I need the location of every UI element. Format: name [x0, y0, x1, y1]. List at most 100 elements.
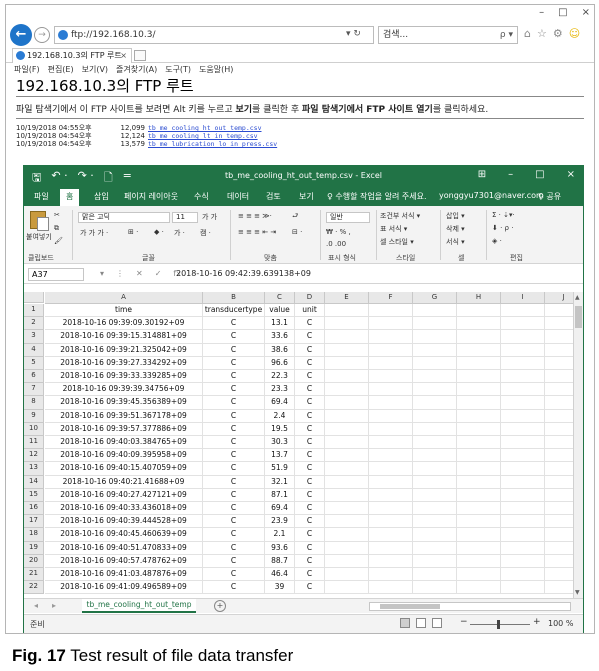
row-header[interactable]: 14: [24, 475, 44, 489]
delete-cells-button[interactable]: 삭제 ▾: [446, 224, 465, 234]
table-cell[interactable]: [413, 449, 457, 463]
wrap-text-icon[interactable]: ⮐: [292, 212, 298, 223]
copy-icon[interactable]: ⧉: [54, 224, 59, 233]
select-all-corner[interactable]: [24, 292, 44, 303]
table-cell[interactable]: [413, 528, 457, 542]
row-header[interactable]: 19: [24, 541, 44, 555]
font-size-select[interactable]: 11: [172, 212, 198, 223]
user-account[interactable]: yonggyu7301@naver.com: [439, 191, 544, 200]
column-header[interactable]: F: [369, 292, 413, 304]
table-cell[interactable]: 2.1: [265, 528, 295, 542]
table-cell[interactable]: C: [203, 343, 265, 357]
sheet-prev-icon[interactable]: ◂: [34, 601, 38, 610]
table-cell[interactable]: 2018-10-16 09:40:57.478762+09: [45, 554, 203, 568]
table-cell[interactable]: C: [295, 568, 325, 582]
table-cell[interactable]: 2018-10-16 09:40:45.460639+09: [45, 528, 203, 542]
decimal-icons[interactable]: .0 .00: [326, 240, 346, 248]
table-cell[interactable]: [369, 502, 413, 516]
table-cell[interactable]: C: [295, 330, 325, 344]
menu-tools[interactable]: 도구(T): [165, 64, 191, 75]
table-cell[interactable]: C: [203, 502, 265, 516]
table-cell[interactable]: C: [295, 515, 325, 529]
table-cell[interactable]: [369, 528, 413, 542]
table-cell[interactable]: [369, 436, 413, 450]
table-cell[interactable]: 39: [265, 581, 295, 595]
table-cell[interactable]: [501, 317, 545, 331]
table-cell[interactable]: [413, 422, 457, 436]
table-cell[interactable]: 33.6: [265, 330, 295, 344]
table-cell[interactable]: 96.6: [265, 356, 295, 370]
row-header[interactable]: 5: [24, 356, 44, 370]
share-button[interactable]: ♀ 공유: [538, 191, 561, 202]
table-cell[interactable]: [413, 462, 457, 476]
table-cell[interactable]: [501, 568, 545, 582]
table-cell[interactable]: [457, 488, 501, 502]
cancel-icon[interactable]: ✕: [136, 269, 143, 278]
table-cell[interactable]: [369, 554, 413, 568]
table-cell[interactable]: C: [203, 422, 265, 436]
table-cell[interactable]: [413, 554, 457, 568]
row-header[interactable]: 10: [24, 422, 44, 436]
table-cell[interactable]: C: [203, 436, 265, 450]
table-cell[interactable]: [325, 502, 369, 516]
column-header[interactable]: G: [413, 292, 457, 304]
table-cell[interactable]: C: [295, 541, 325, 555]
sheet-tab[interactable]: tb_me_cooling_ht_out_temp: [82, 599, 196, 613]
table-cell[interactable]: [501, 528, 545, 542]
feedback-smiley-icon[interactable]: ☺: [569, 27, 580, 40]
font-color-icon[interactable]: 가 ·: [174, 228, 185, 238]
table-cell[interactable]: [413, 383, 457, 397]
address-bar[interactable]: ftp://192.168.10.3/: [54, 26, 374, 44]
format-cells-button[interactable]: 서식 ▾: [446, 237, 465, 247]
column-header[interactable]: C: [265, 292, 295, 304]
table-cell[interactable]: [369, 422, 413, 436]
table-cell[interactable]: 2018-10-16 09:39:09.30192+09: [45, 317, 203, 331]
settings-gear-icon[interactable]: ⚙: [553, 27, 563, 40]
zoom-in-icon[interactable]: +: [533, 617, 541, 627]
table-cell[interactable]: C: [203, 568, 265, 582]
horizontal-scrollbar[interactable]: [369, 602, 571, 611]
table-cell[interactable]: 2018-10-16 09:39:45.356389+09: [45, 396, 203, 410]
row-header[interactable]: 8: [24, 396, 44, 410]
table-cell[interactable]: C: [295, 581, 325, 595]
table-cell[interactable]: [369, 317, 413, 331]
row-header[interactable]: 2: [24, 317, 44, 331]
add-sheet-icon[interactable]: +: [214, 600, 226, 612]
table-cell[interactable]: [325, 317, 369, 331]
menu-favorites[interactable]: 즐겨찾기(A): [116, 64, 157, 75]
formula-input[interactable]: 2018-10-16 09:42:39.639138+09: [176, 269, 311, 278]
font-grow-icon[interactable]: 가 가: [202, 212, 217, 222]
table-cell[interactable]: [457, 568, 501, 582]
table-cell[interactable]: 2018-10-16 09:41:09.496589+09: [45, 581, 203, 595]
page-break-view-icon[interactable]: [432, 618, 442, 628]
table-cell[interactable]: [325, 383, 369, 397]
table-cell[interactable]: C: [295, 502, 325, 516]
tab-data[interactable]: 데이터: [227, 191, 249, 202]
format-painter-icon[interactable]: 🖌: [54, 237, 63, 245]
align-top-icons[interactable]: ≡ ≡ ≡ ≫·: [238, 212, 272, 220]
table-cell[interactable]: C: [295, 409, 325, 423]
minimize-button[interactable]: –: [539, 7, 544, 18]
table-cell[interactable]: [369, 581, 413, 595]
table-cell[interactable]: [413, 488, 457, 502]
normal-view-icon[interactable]: [400, 618, 410, 628]
table-cell[interactable]: C: [295, 554, 325, 568]
table-cell[interactable]: [413, 409, 457, 423]
vertical-scrollbar[interactable]: ▲ ▼: [573, 292, 583, 598]
table-cell[interactable]: [325, 422, 369, 436]
table-cell[interactable]: [457, 317, 501, 331]
row-header[interactable]: 13: [24, 462, 44, 476]
table-cell[interactable]: [369, 343, 413, 357]
table-cell[interactable]: 2018-10-16 09:39:51.367178+09: [45, 409, 203, 423]
row-header[interactable]: 12: [24, 449, 44, 463]
column-header[interactable]: E: [325, 292, 369, 304]
table-cell[interactable]: 88.7: [265, 554, 295, 568]
table-cell[interactable]: 23.9: [265, 515, 295, 529]
name-box[interactable]: A37: [28, 268, 84, 281]
table-cell[interactable]: [369, 396, 413, 410]
table-cell[interactable]: 2018-10-16 09:40:39.444528+09: [45, 515, 203, 529]
table-cell[interactable]: C: [295, 370, 325, 384]
table-cell[interactable]: [369, 304, 413, 318]
row-header[interactable]: 16: [24, 502, 44, 516]
table-cell[interactable]: [457, 436, 501, 450]
